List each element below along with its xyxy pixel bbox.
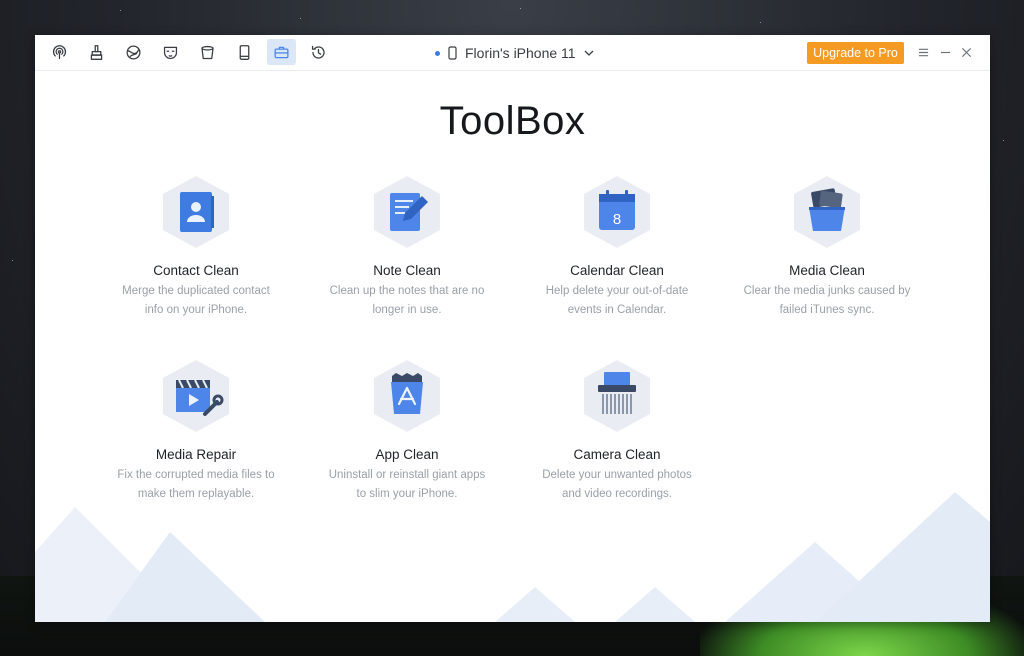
tool-note-clean[interactable]: Note Clean Clean up the notes that are n… <box>302 174 512 320</box>
star <box>300 18 301 19</box>
nav-privacy-button[interactable] <box>156 39 185 65</box>
top-nav <box>45 39 333 65</box>
contact-book-icon <box>163 176 229 248</box>
tool-description-line: and video recordings. <box>562 488 672 500</box>
tool-description-line: to slim your iPhone. <box>356 488 458 500</box>
close-icon <box>961 47 971 57</box>
cleaner-brush-icon <box>90 44 103 60</box>
minimize-button[interactable] <box>938 44 952 60</box>
iphone-icon <box>448 46 457 60</box>
tool-hex-badge <box>161 174 231 250</box>
trash-bin-icon <box>201 45 214 59</box>
tool-name: Media Repair <box>155 447 237 462</box>
tool-name: App Clean <box>375 447 439 462</box>
tool-name: Contact Clean <box>153 263 239 278</box>
star <box>120 10 121 11</box>
tool-description-line: Uninstall or reinstall giant apps <box>328 469 486 481</box>
tool-description-line: Fix the corrupted media files to <box>117 469 275 481</box>
media-bucket-icon <box>794 176 860 248</box>
device-name: Florin's iPhone 11 <box>465 45 576 61</box>
tool-description-line: Merge the duplicated contact <box>122 285 270 297</box>
tool-name: Media Clean <box>789 263 865 278</box>
tool-description-line: Help delete your out-of-date <box>545 285 689 297</box>
calendar-number: 8 <box>613 211 621 228</box>
tool-name: Note Clean <box>373 263 441 278</box>
tool-hex-badge <box>372 174 442 250</box>
tool-description-line: failed iTunes sync. <box>779 304 875 316</box>
tool-camera-clean[interactable]: Camera Clean Delete your unwanted photos… <box>512 358 722 504</box>
media-repair-wrench-icon <box>163 360 229 432</box>
nav-cleaner-button[interactable] <box>82 39 111 65</box>
tool-description-line: Clear the media junks caused by <box>743 285 911 297</box>
title-bar: Florin's iPhone 11 Upgrade to Pro <box>35 35 990 71</box>
nav-browser-button[interactable] <box>119 39 148 65</box>
note-pencil-icon <box>374 176 440 248</box>
tool-description: Uninstall or reinstall giant apps to sli… <box>302 466 512 504</box>
chevron-down-icon <box>584 50 594 56</box>
tool-media-repair[interactable]: Media Repair Fix the corrupted media fil… <box>91 358 301 504</box>
tool-description: Clean up the notes that are no longer in… <box>302 282 512 320</box>
airdrop-icon <box>52 44 67 59</box>
history-icon <box>311 45 325 59</box>
mountain-decoration <box>35 492 990 622</box>
tool-description-line: events in Calendar. <box>567 304 667 316</box>
tool-description-line: make them replayable. <box>137 488 255 500</box>
minimize-icon <box>940 51 950 53</box>
tool-hex-badge: 8 <box>582 174 652 250</box>
app-window: Florin's iPhone 11 Upgrade to Pro ToolBo… <box>35 35 990 622</box>
tool-hex-badge <box>582 358 652 434</box>
menu-button[interactable] <box>916 44 930 60</box>
tool-calendar-clean[interactable]: 8 Calendar Clean Help delete your out-of… <box>512 174 722 320</box>
tool-hex-badge <box>161 358 231 434</box>
nav-device-button[interactable] <box>230 39 259 65</box>
tool-hex-badge <box>792 174 862 250</box>
app-store-bin-icon <box>374 360 440 432</box>
star <box>520 8 521 9</box>
tool-name: Camera Clean <box>573 447 661 462</box>
nav-toolbox-button[interactable] <box>267 39 296 65</box>
phone-device-icon <box>239 44 250 60</box>
tool-media-clean[interactable]: Media Clean Clear the media junks caused… <box>722 174 932 320</box>
mask-privacy-icon <box>163 46 178 59</box>
tool-description: Clear the media junks caused by failed i… <box>722 282 932 320</box>
hamburger-menu-icon <box>918 48 928 56</box>
tool-description-line: longer in use. <box>372 304 442 316</box>
tool-description-line: info on your iPhone. <box>144 304 248 316</box>
tool-description-line: Clean up the notes that are no <box>329 285 485 297</box>
tool-hex-badge <box>372 358 442 434</box>
star <box>12 260 13 261</box>
browser-privacy-icon <box>126 44 141 60</box>
device-selector[interactable]: Florin's iPhone 11 <box>435 44 594 62</box>
nav-airdrop-button[interactable] <box>45 39 74 65</box>
tool-description: Delete your unwanted photos and video re… <box>512 466 722 504</box>
nav-history-button[interactable] <box>304 39 333 65</box>
page-title: ToolBox <box>439 99 586 143</box>
nav-trash-button[interactable] <box>193 39 222 65</box>
tool-name: Calendar Clean <box>570 263 664 278</box>
tool-contact-clean[interactable]: Contact Clean Merge the duplicated conta… <box>91 174 301 320</box>
star <box>760 22 761 23</box>
tool-description-line: Delete your unwanted photos <box>542 469 692 481</box>
close-button[interactable] <box>959 44 973 60</box>
tool-description: Fix the corrupted media files to make th… <box>91 466 301 504</box>
connected-dot-icon <box>435 50 440 56</box>
tool-app-clean[interactable]: App Clean Uninstall or reinstall giant a… <box>302 358 512 504</box>
tool-description: Merge the duplicated contact info on you… <box>91 282 301 320</box>
tool-description: Help delete your out-of-date events in C… <box>512 282 722 320</box>
upgrade-to-pro-button[interactable]: Upgrade to Pro <box>807 42 904 64</box>
calendar-icon: 8 <box>584 176 650 248</box>
toolbox-icon <box>274 46 289 58</box>
star <box>1003 140 1004 141</box>
photo-shredder-icon <box>584 360 650 432</box>
